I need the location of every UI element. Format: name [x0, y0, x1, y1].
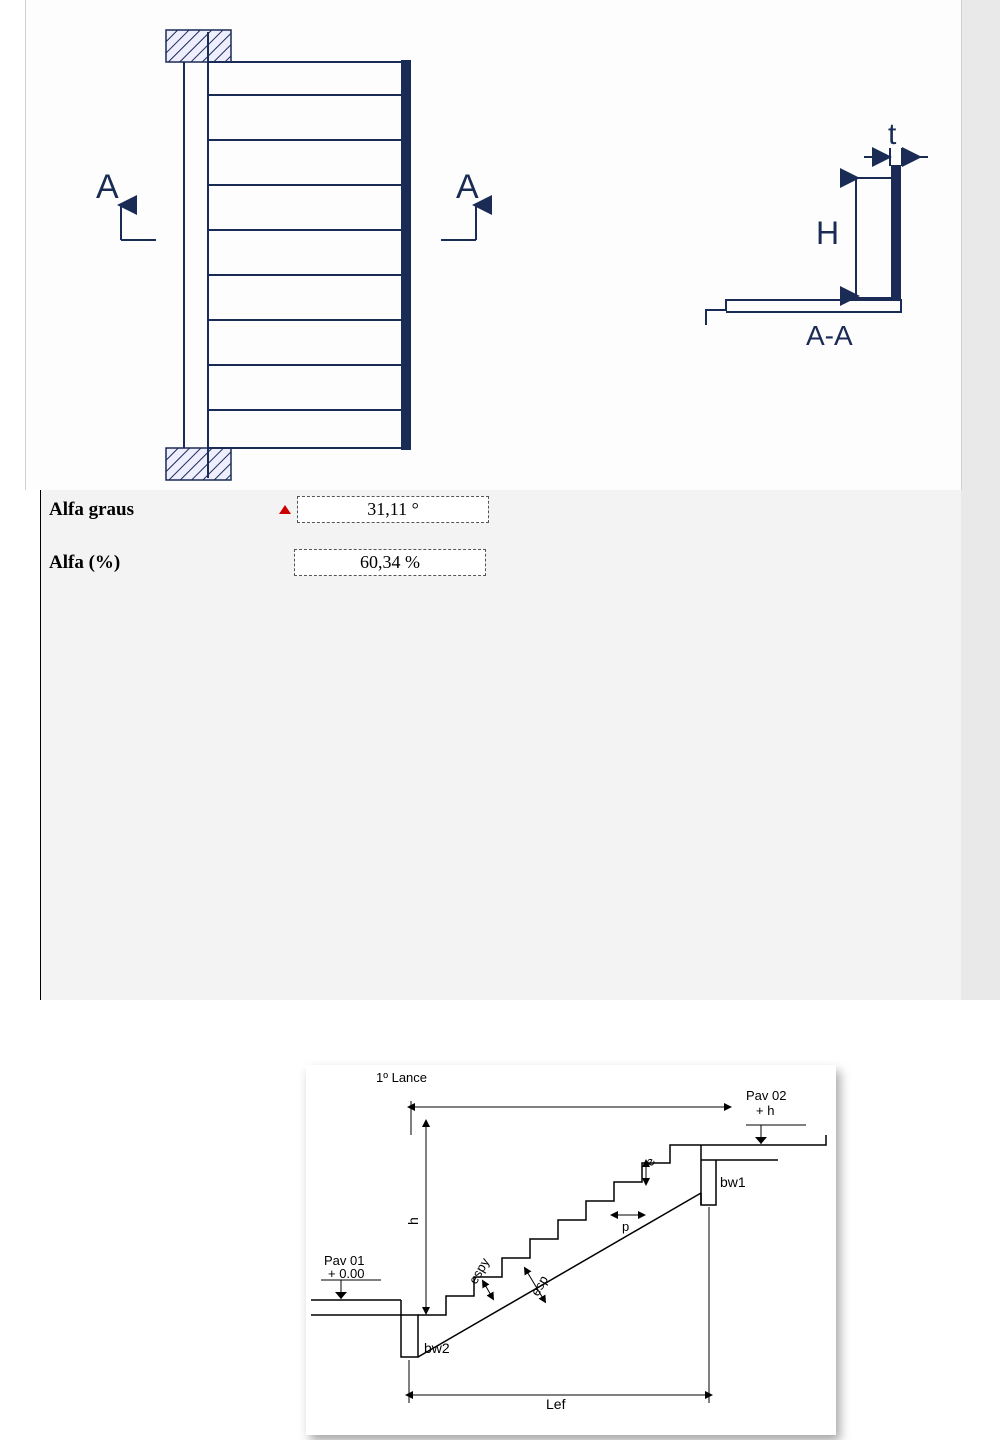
- svg-text:e: e: [642, 1155, 659, 1169]
- dim-t: t: [888, 118, 896, 152]
- svg-text:Lef: Lef: [546, 1396, 566, 1412]
- section-mark-left: A: [96, 168, 119, 207]
- svg-text:espy: espy: [466, 1255, 493, 1287]
- section-mark-right: A: [456, 168, 479, 207]
- stair-title: 1º Lance: [376, 1070, 427, 1085]
- comment-indicator-icon: [279, 505, 291, 514]
- alfa-pct-label: Alfa (%): [49, 552, 279, 574]
- stair-section-diagram: 1º Lance Pav 02 + h Pav 01 + 0.00 bw1 bw…: [306, 1065, 836, 1435]
- top-diagram-panel: A A A-A t H: [25, 0, 962, 490]
- dim-H: H: [816, 215, 839, 252]
- svg-text:+ h: + h: [756, 1103, 774, 1118]
- svg-text:esp: esp: [528, 1273, 551, 1299]
- svg-text:+ 0.00: + 0.00: [328, 1266, 365, 1281]
- alfa-graus-label: Alfa graus: [49, 499, 279, 521]
- alfa-pct-value[interactable]: 60,34 %: [294, 549, 486, 576]
- svg-text:p: p: [622, 1219, 629, 1234]
- svg-text:h: h: [405, 1217, 421, 1225]
- section-name: A-A: [806, 320, 853, 352]
- svg-text:Pav 02: Pav 02: [746, 1088, 786, 1103]
- svg-text:bw1: bw1: [720, 1174, 746, 1190]
- alfa-graus-value[interactable]: 31,11 °: [297, 496, 489, 523]
- svg-text:bw2: bw2: [424, 1340, 450, 1356]
- parameters-panel: Alfa graus 31,11 ° Alfa (%) 60,34 %: [40, 490, 961, 1000]
